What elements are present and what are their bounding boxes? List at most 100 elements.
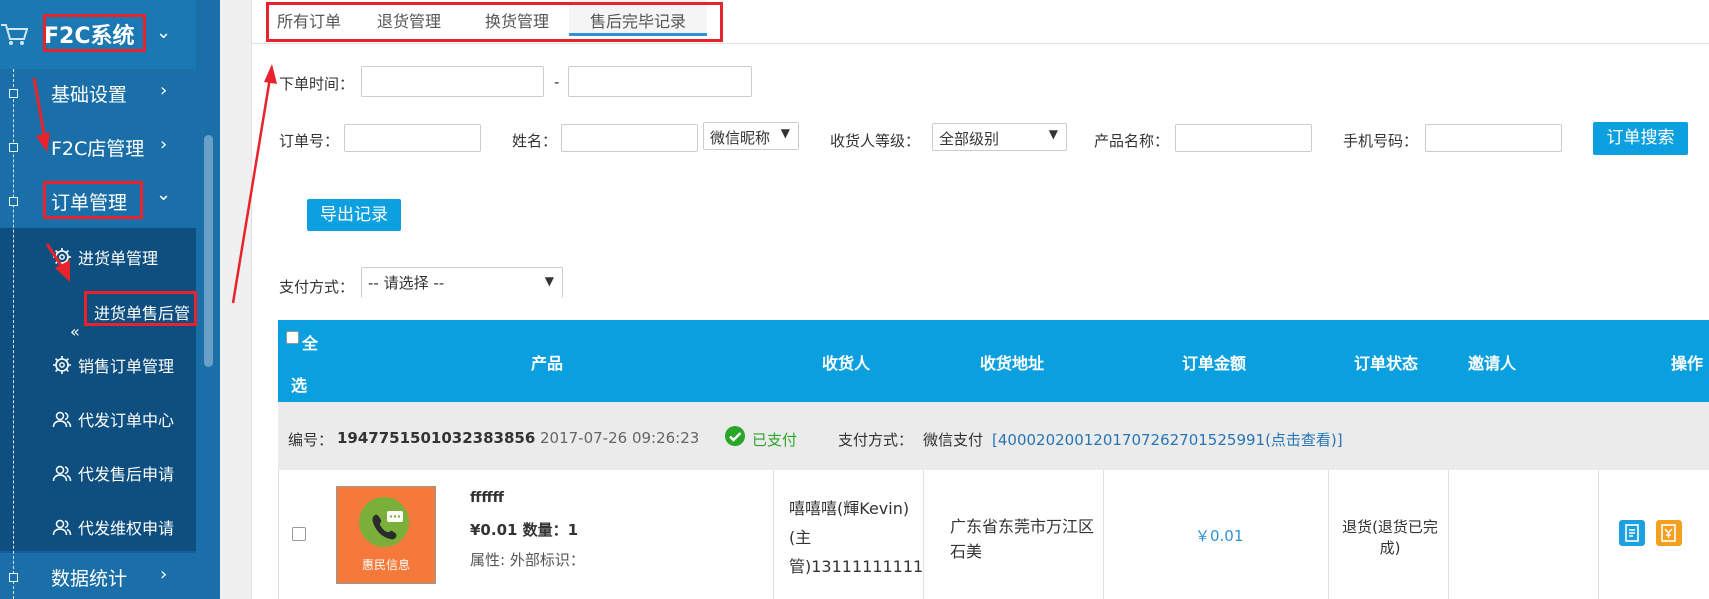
order-amount: ￥0.01 [1195, 527, 1244, 545]
column-header-amount: 订单金额 [1182, 354, 1247, 373]
column-header-actions: 操作 [1671, 354, 1704, 373]
range-separator: - [554, 73, 560, 91]
users-icon [52, 519, 72, 536]
pay-method-label: 支付方式： [279, 278, 355, 296]
order-time-end-input[interactable] [568, 66, 752, 97]
chevron-right-icon: › [160, 80, 168, 101]
double-chevron-icon: « [70, 322, 80, 341]
chevron-right-icon: › [160, 564, 168, 585]
sidebar-item-statistics[interactable]: 数据统计 [51, 564, 127, 591]
transaction-link[interactable]: [4000202001201707262701525991(点击查看)] [992, 429, 1343, 450]
gear-icon [53, 356, 71, 374]
order-status: 退货(退货已完 [1342, 518, 1438, 536]
pay-method-label: 支付方式： [838, 431, 914, 449]
select-all-label: 全 [302, 334, 319, 353]
sidebar-subitem-label: 进货单管理 [78, 249, 159, 268]
order-time: 2017-07-26 09:26:23 [540, 429, 700, 447]
receiver-phone: 管)13111111111 [789, 557, 924, 576]
sidebar-subitem-dropship-center[interactable]: 代发订单中心 [52, 407, 174, 431]
receiver-name: 嘻嘻嘻(輝Kevin) [789, 499, 910, 518]
pay-method-select[interactable]: -- 请选择 -- ▼ [361, 267, 563, 298]
column-divider [1103, 470, 1104, 599]
tree-node-icon [9, 89, 18, 98]
paid-status: 已支付 [752, 431, 798, 449]
sidebar-item-basic-settings[interactable]: 基础设置 [51, 80, 127, 107]
receiver-role: (主 [789, 528, 812, 547]
detail-note-icon[interactable] [1619, 520, 1645, 546]
product-name-input[interactable] [1175, 124, 1312, 152]
order-time-start-input[interactable] [361, 66, 544, 97]
column-header-receiver: 收货人 [822, 354, 871, 373]
column-header-status: 订单状态 [1354, 354, 1419, 373]
receiver-level-label: 收货人等级： [830, 132, 921, 150]
column-header-product: 产品 [531, 354, 564, 373]
refund-icon[interactable] [1656, 520, 1682, 546]
select-all-label: 选 [291, 376, 308, 395]
highlight-box [266, 2, 723, 42]
row-checkbox[interactable] [292, 527, 306, 541]
sidebar-subitem-sales-orders[interactable]: 销售订单管理 [52, 353, 174, 377]
sidebar-subitem-label: 代发维权申请 [78, 519, 175, 538]
highlight-box [43, 181, 143, 219]
sidebar-scrollbar[interactable] [204, 135, 213, 367]
pay-method-value: -- 请选择 -- [368, 274, 445, 292]
product-name[interactable]: ffffff [470, 490, 504, 506]
name-type-value: 微信昵称 [710, 129, 771, 147]
export-records-button[interactable]: 导出记录 [307, 199, 401, 231]
sidebar-subitem-dropship-rights[interactable]: 代发维权申请 [52, 515, 174, 539]
phone-chat-icon [372, 511, 403, 540]
name-input[interactable] [561, 124, 698, 152]
pay-method-value: 微信支付 [923, 431, 984, 449]
chevron-down-icon: ⌄ [156, 184, 172, 205]
caret-down-icon: ▼ [1048, 127, 1058, 141]
receiver-level-value: 全部级别 [939, 130, 1000, 148]
sidebar: F2C系统 ⌄ 基础设置 › F2C店管理 › 订单管理 ⌄ 进货单管理 进货单… [0, 0, 220, 599]
sidebar-subitem-label: 销售订单管理 [78, 357, 175, 376]
order-no-label: 订单号： [279, 132, 340, 150]
order-table-header: 全 选 产品 收货人 收货地址 订单金额 订单状态 邀请人 操作 [278, 320, 1709, 402]
chevron-right-icon: › [160, 134, 168, 155]
tree-node-icon [9, 197, 18, 206]
name-type-select[interactable]: 微信昵称 ▼ [703, 122, 799, 150]
phone-input[interactable] [1425, 124, 1562, 152]
highlight-box [43, 14, 146, 52]
order-summary-bar: 编号： 1947751501032383856 2017-07-26 09:26… [278, 402, 1709, 470]
column-divider [1598, 470, 1599, 599]
product-attributes: 属性: 外部标识： [470, 551, 585, 569]
users-icon [52, 465, 72, 482]
cart-icon [1, 24, 28, 45]
column-header-address: 收货地址 [980, 354, 1045, 373]
tree-node-icon [9, 573, 18, 582]
tree-node-icon [9, 143, 18, 152]
sidebar-item-f2c-store[interactable]: F2C店管理 [51, 134, 144, 161]
caret-down-icon: ▼ [780, 126, 790, 140]
address-line: 石美 [950, 542, 983, 561]
order-number: 1947751501032383856 [337, 429, 536, 447]
column-header-inviter: 邀请人 [1468, 354, 1517, 373]
tab-divider [252, 43, 1709, 44]
product-price-qty: ¥0.01 数量：1 [470, 521, 579, 539]
check-circle-icon [725, 426, 745, 446]
sidebar-subitem-purchase-orders[interactable]: 进货单管理 [52, 245, 158, 269]
order-no-input[interactable] [344, 124, 481, 152]
column-divider [923, 470, 924, 599]
product-thumbnail[interactable]: 惠民信息 [336, 486, 436, 584]
sidebar-subitem-dropship-aftersale[interactable]: 代发售后申请 [52, 461, 174, 485]
annotation-arrowhead [264, 64, 277, 84]
column-divider [773, 470, 774, 599]
receiver-level-select[interactable]: 全部级别 ▼ [932, 123, 1067, 151]
select-all-checkbox[interactable] [286, 331, 299, 344]
users-icon [52, 411, 72, 428]
name-label: 姓名： [512, 132, 558, 150]
gear-icon [53, 248, 71, 266]
sidebar-submenu [0, 228, 196, 551]
order-search-button[interactable]: 订单搜索 [1593, 122, 1688, 155]
content-gutter [220, 0, 252, 599]
highlight-box [84, 291, 197, 326]
column-divider [1448, 470, 1449, 599]
phone-label: 手机号码： [1343, 132, 1419, 150]
sidebar-subitem-label: 代发订单中心 [78, 411, 175, 430]
table-row: ffffff ¥0.01 数量：1 属性: 外部标识： 嘻嘻嘻(輝Kevin) … [278, 470, 1709, 599]
product-image-caption: 惠民信息 [361, 558, 410, 572]
address-line: 广东省东莞市万江区 [950, 517, 1095, 536]
